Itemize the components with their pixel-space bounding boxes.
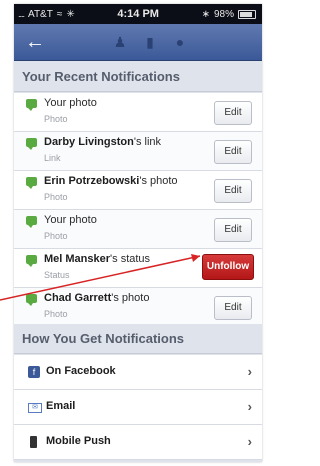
notification-title: Erin Potrzebowski's photo	[44, 175, 178, 187]
notification-channels-list: f On Facebook › ✉ Email › Mobile Push ›	[14, 355, 262, 460]
globe-icon[interactable]: ●	[170, 33, 190, 51]
notification-type: Photo	[44, 192, 68, 202]
status-bar: .... AT&T ≈ ✳ 4:14 PM ∗ 98%	[14, 4, 262, 24]
chevron-right-icon: ›	[247, 364, 252, 379]
edit-button[interactable]: Edit	[214, 296, 252, 320]
edit-button[interactable]: Edit	[214, 101, 252, 125]
notification-row[interactable]: Erin Potrzebowski's photo Photo Edit	[14, 171, 262, 210]
phone-icon	[30, 436, 37, 448]
notification-title: Your photo	[44, 97, 97, 109]
chat-bubble-icon	[26, 99, 37, 111]
channel-row-email[interactable]: ✉ Email ›	[14, 390, 262, 425]
channel-label: On Facebook	[46, 365, 116, 377]
notification-type: Status	[44, 270, 70, 280]
chevron-right-icon: ›	[247, 399, 252, 414]
recent-notifications-list: Your photo Photo Edit Darby Livingston's…	[14, 93, 262, 327]
notification-type: Photo	[44, 114, 68, 124]
notification-row[interactable]: Darby Livingston's link Link Edit	[14, 132, 262, 171]
edit-button[interactable]: Edit	[214, 140, 252, 164]
notification-row[interactable]: Your photo Photo Edit	[14, 210, 262, 249]
edit-button[interactable]: Edit	[214, 179, 252, 203]
notification-title: Darby Livingston's link	[44, 136, 162, 148]
notification-title: Your photo	[44, 214, 97, 226]
notification-type: Link	[44, 153, 61, 163]
how-you-get-notifications-heading: How You Get Notifications	[14, 324, 262, 354]
channel-row-on-facebook[interactable]: f On Facebook ›	[14, 355, 262, 390]
back-arrow-icon[interactable]: ←	[22, 30, 48, 54]
notification-row[interactable]: Mel Mansker's status Status Unfollow	[14, 249, 262, 288]
battery-icon	[238, 9, 256, 19]
notification-row[interactable]: Your photo Photo Edit	[14, 93, 262, 132]
notification-title: Chad Garrett's photo	[44, 292, 150, 304]
chat-bubble-icon	[26, 177, 37, 189]
chat-bubble-icon	[26, 216, 37, 228]
edit-button[interactable]: Edit	[214, 218, 252, 242]
chat-bubble-icon	[26, 255, 37, 267]
channel-label: Mobile Push	[46, 435, 111, 447]
friends-icon[interactable]: ♟	[110, 33, 130, 51]
recent-notifications-heading: Your Recent Notifications	[14, 62, 262, 92]
phone-screen: .... AT&T ≈ ✳ 4:14 PM ∗ 98% ← ♟ ▮ ● Your…	[14, 4, 262, 462]
messages-icon[interactable]: ▮	[140, 33, 160, 51]
carrier-label: AT&T	[28, 8, 53, 20]
facebook-icon: f	[28, 366, 40, 378]
chevron-right-icon: ›	[247, 434, 252, 449]
chat-bubble-icon	[26, 294, 37, 306]
channel-label: Email	[46, 400, 76, 412]
bluetooth-icon: ∗	[201, 8, 210, 20]
channel-row-mobile-push[interactable]: Mobile Push ›	[14, 425, 262, 460]
signal-strength-icon: ....	[18, 9, 25, 19]
activity-spinner-icon: ✳	[66, 8, 75, 20]
wifi-icon: ≈	[56, 8, 63, 20]
notification-title: Mel Mansker's status	[44, 253, 151, 265]
notification-type: Photo	[44, 231, 68, 241]
envelope-icon: ✉	[28, 403, 42, 413]
battery-percent: 98%	[213, 8, 234, 20]
chat-bubble-icon	[26, 138, 37, 150]
notification-type: Photo	[44, 309, 68, 319]
unfollow-button[interactable]: Unfollow	[202, 254, 254, 280]
notification-row[interactable]: Chad Garrett's photo Photo Edit	[14, 288, 262, 327]
status-time: 4:14 PM	[117, 8, 159, 20]
nav-bar: ← ♟ ▮ ●	[14, 24, 262, 61]
